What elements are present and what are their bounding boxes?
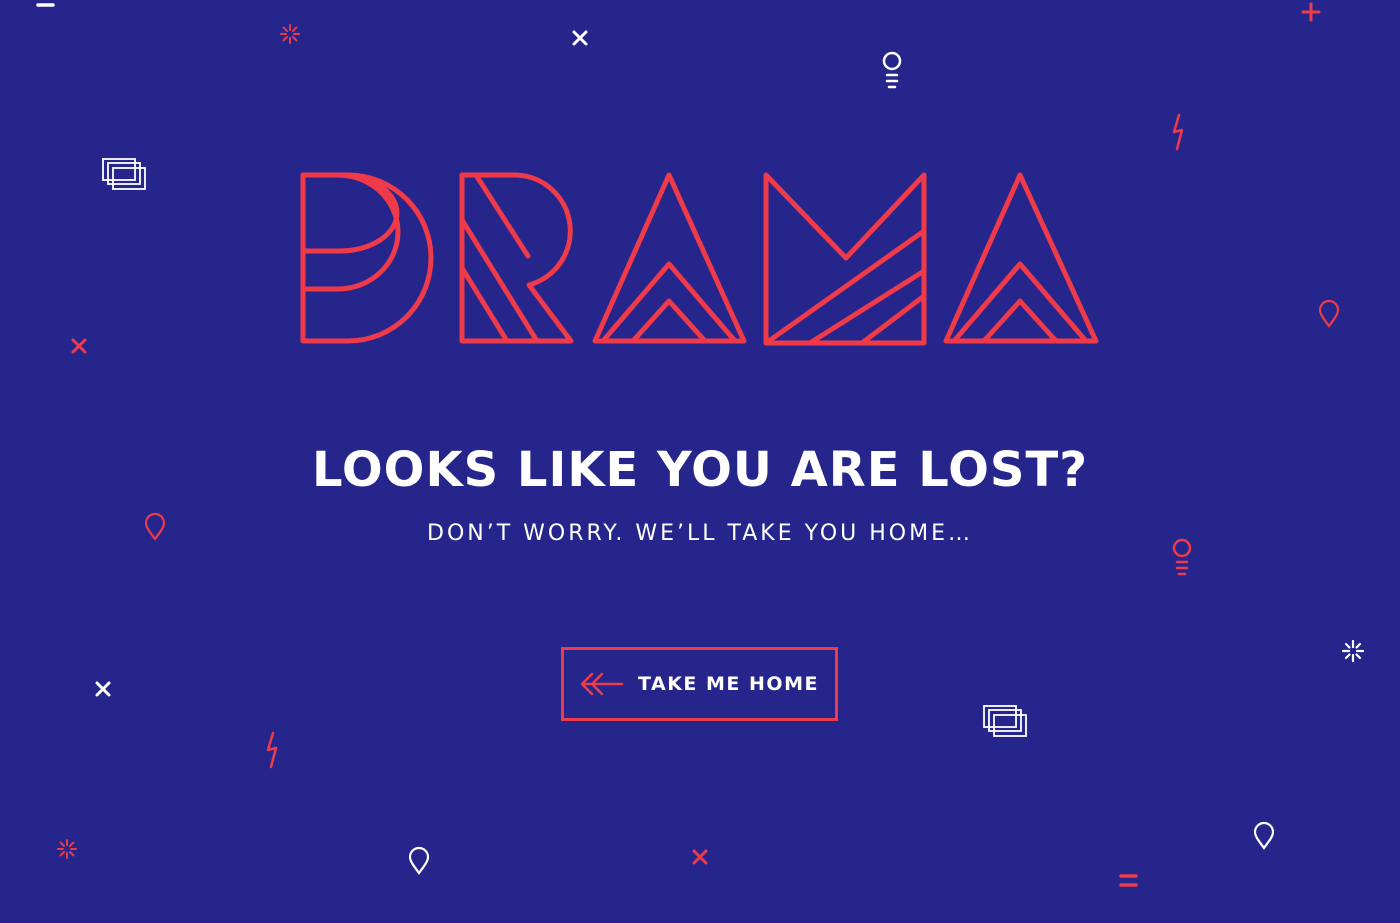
logo-letter-r xyxy=(459,172,574,344)
sparkle-icon xyxy=(280,24,300,44)
drama-logo xyxy=(300,172,1099,346)
logo-letter-m xyxy=(763,172,927,346)
sparkle-icon xyxy=(1341,639,1365,663)
close-x-icon xyxy=(71,338,87,354)
lightbulb-icon xyxy=(1172,538,1192,576)
take-me-home-label: TAKE ME HOME xyxy=(638,673,819,695)
take-me-home-button[interactable]: TAKE ME HOME xyxy=(561,647,838,721)
map-pin-icon xyxy=(144,512,166,541)
logo-letter-a-1 xyxy=(592,172,747,344)
plus-icon xyxy=(1301,2,1321,22)
close-x-icon xyxy=(572,30,588,46)
logo-letter-d xyxy=(300,172,434,344)
logo-letter-a-2 xyxy=(943,172,1099,344)
map-pin-icon xyxy=(1253,821,1275,850)
double-arrow-left-icon xyxy=(580,672,624,696)
lightning-icon xyxy=(1172,113,1184,151)
stacked-windows-icon xyxy=(983,705,1027,737)
lightning-icon xyxy=(266,731,278,769)
map-pin-icon xyxy=(1318,299,1340,328)
map-pin-icon xyxy=(408,846,430,875)
lightbulb-icon xyxy=(882,51,902,89)
error-headline: LOOKS LIKE YOU ARE LOST? xyxy=(311,442,1089,498)
equals-icon xyxy=(1119,874,1138,887)
close-x-icon xyxy=(692,849,708,865)
sparkle-icon xyxy=(57,839,77,859)
stacked-windows-icon xyxy=(102,158,146,190)
close-x-icon xyxy=(95,681,111,697)
equals-icon xyxy=(36,3,55,7)
